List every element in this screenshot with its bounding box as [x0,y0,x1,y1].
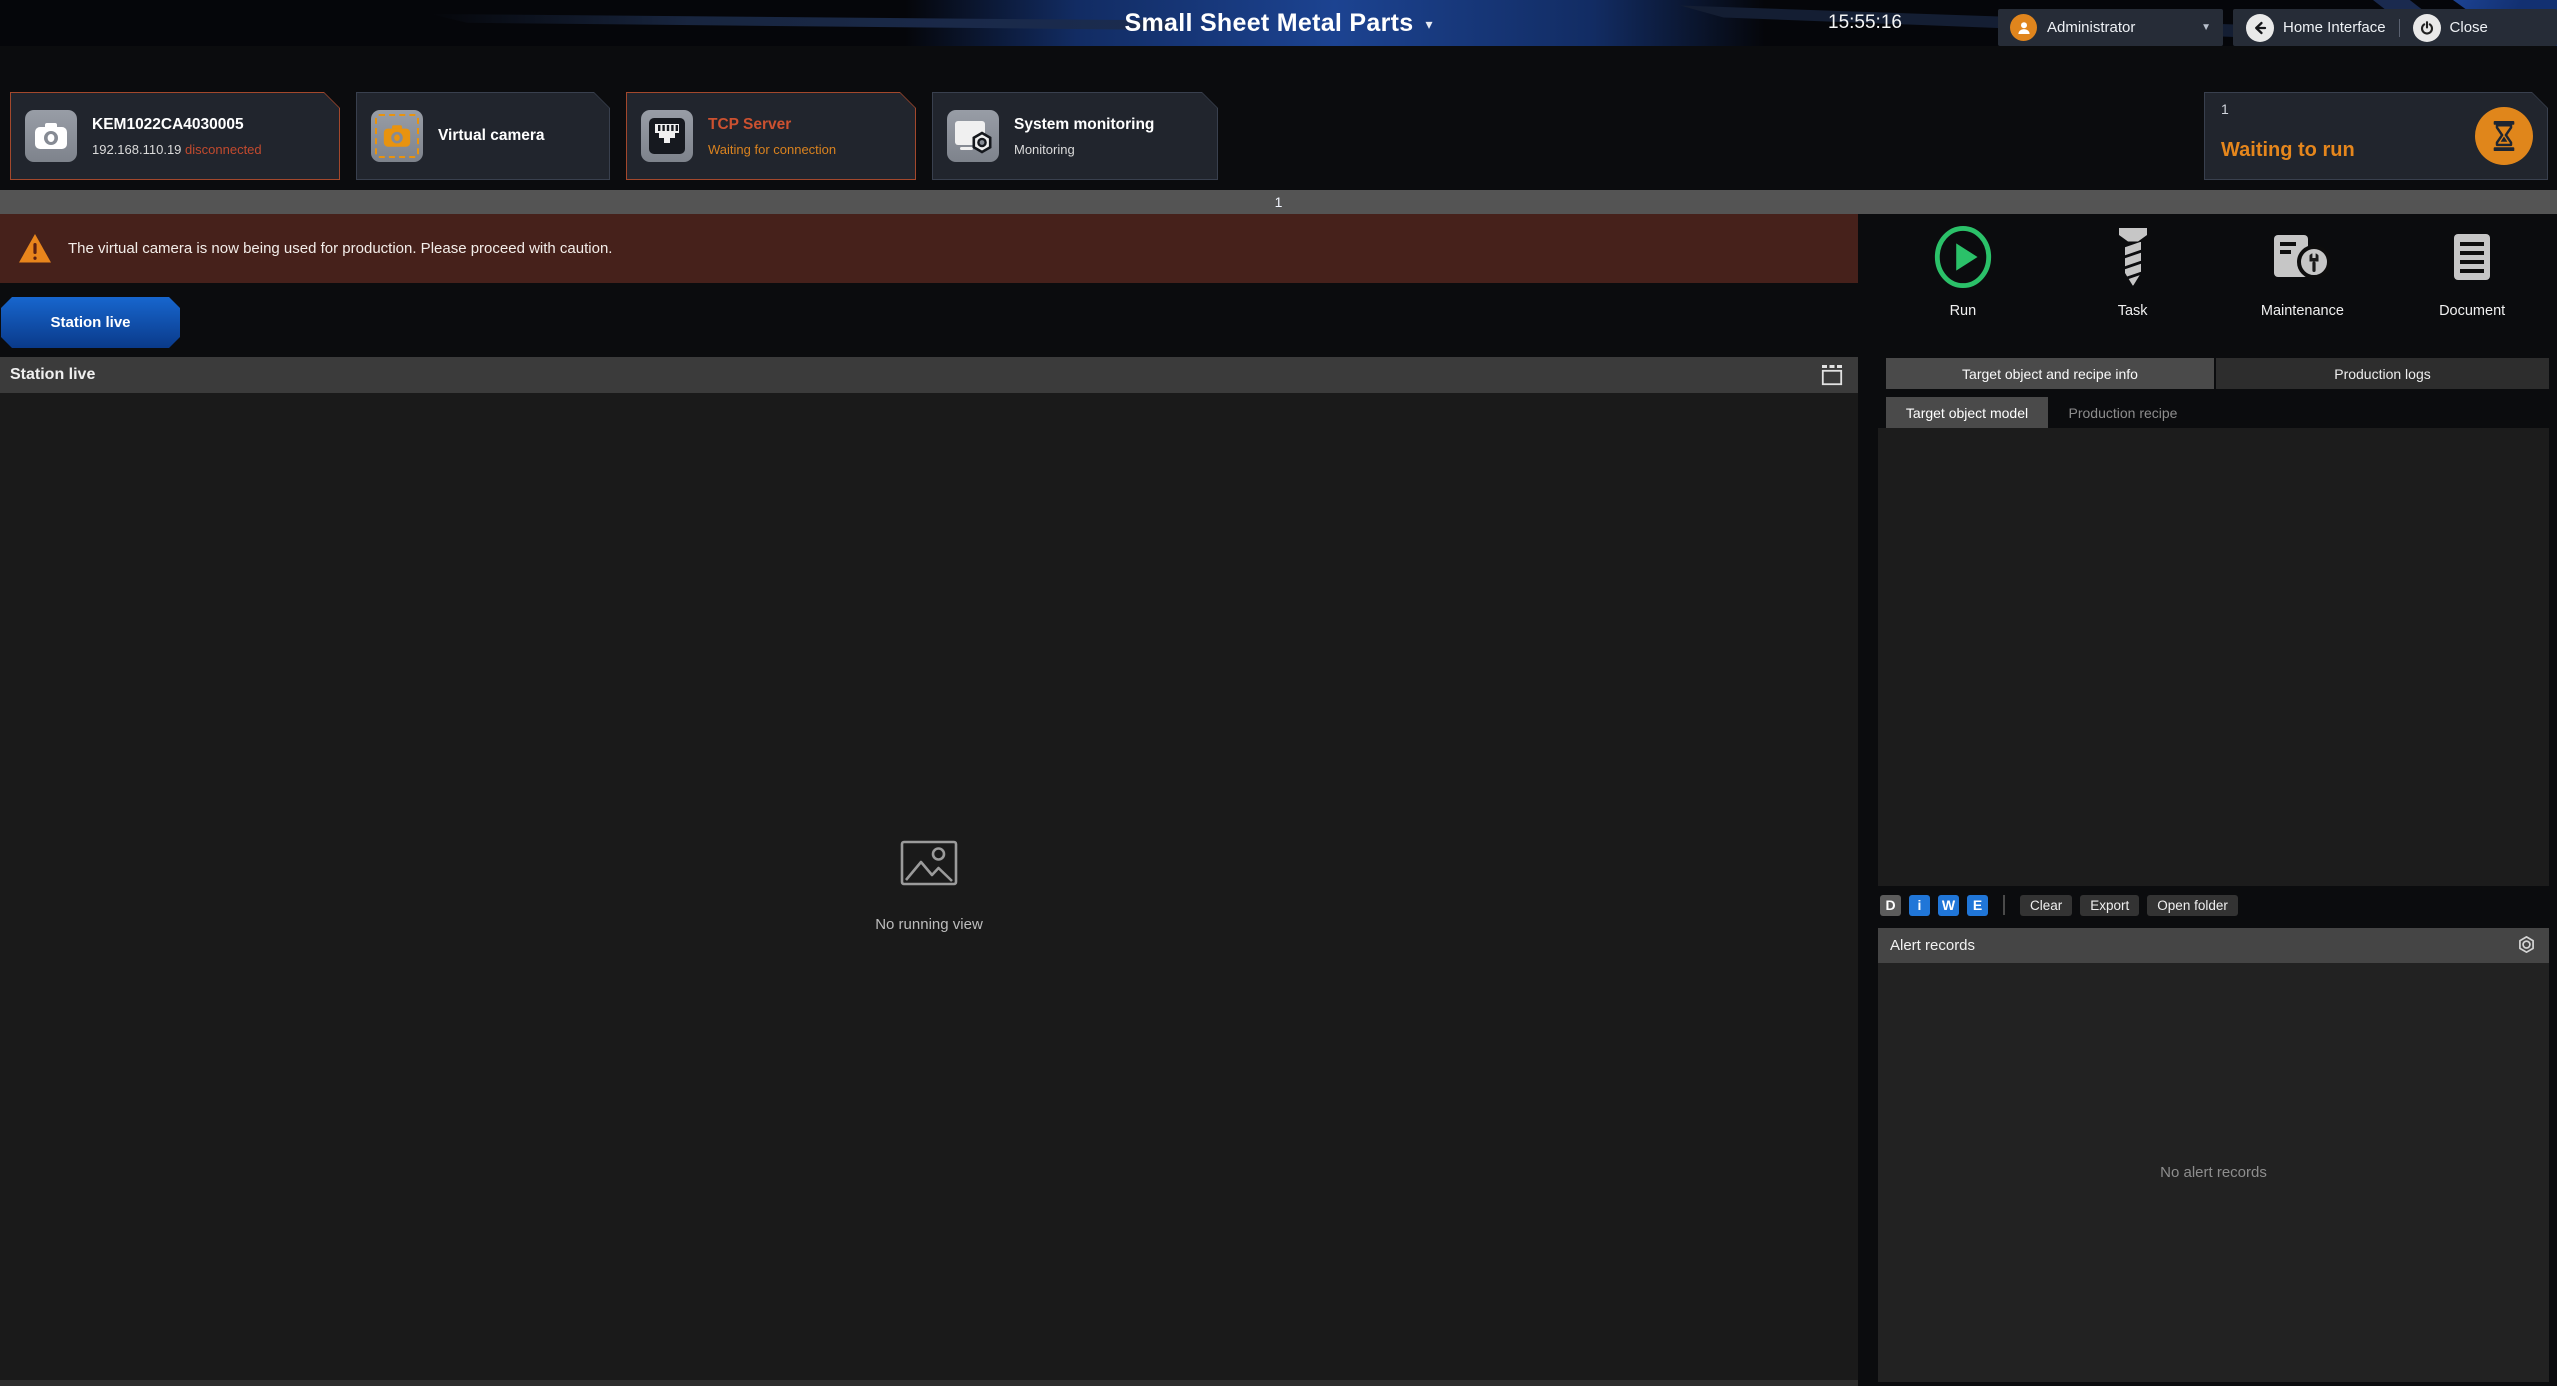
device-info: KEM1022CA4030005 192.168.110.19 disconne… [92,116,262,157]
dashed-selection-decor [375,114,419,158]
subtab-target-object-model[interactable]: Target object model [1886,397,2048,428]
clear-button[interactable]: Clear [2020,895,2072,916]
divider [2399,19,2400,37]
image-placeholder-icon [900,840,958,886]
page-number[interactable]: 1 [1275,194,1283,210]
device-ip: 192.168.110.19 [92,142,181,157]
log-level-info-toggle[interactable]: i [1909,895,1930,916]
task-label: Task [2118,303,2148,319]
subtab-production-recipe[interactable]: Production recipe [2048,397,2198,428]
log-toolbar: D i W E Clear Export Open folder [1880,893,2238,917]
task-button[interactable]: Task [2048,218,2218,340]
camera-tile [25,110,77,162]
back-arrow-icon [2246,14,2274,42]
run-button[interactable]: Run [1878,218,2048,340]
tab-production-logs[interactable]: Production logs [2216,358,2549,389]
layout-grid-icon [1820,365,1844,386]
user-menu[interactable]: Administrator ▼ [1998,9,2223,46]
panel-title: Station live [10,366,95,384]
warning-banner: The virtual camera is now being used for… [0,214,1858,283]
tab-target-object-recipe-info[interactable]: Target object and recipe info [1886,358,2214,389]
screw-icon [2113,224,2153,290]
log-level-warn-toggle[interactable]: W [1938,895,1959,916]
device-card-system-monitoring[interactable]: System monitoring Monitoring [932,92,1218,180]
log-level-error-toggle[interactable]: E [1967,895,1988,916]
gear-icon [2516,935,2537,956]
log-level-debug-toggle[interactable]: D [1880,895,1901,916]
hourglass-badge [2475,107,2533,165]
camera-icon [34,121,68,151]
close-button[interactable]: Close [2413,14,2488,42]
ethernet-icon [648,117,686,155]
alert-records-panel: No alert records [1878,963,2549,1382]
power-icon [2413,14,2441,42]
alert-settings-button[interactable] [2516,935,2537,956]
alert-records-title: Alert records [1890,937,1975,954]
tab-station-live[interactable]: Station live [1,297,180,348]
home-interface-button[interactable]: Home Interface [2246,14,2386,42]
run-label: Run [1950,303,1977,319]
device-info: Virtual camera [438,127,545,145]
action-nav: Run Task [1878,218,2557,340]
device-name: System monitoring [1014,116,1154,134]
user-icon [2016,20,2032,36]
device-card-tcp-server[interactable]: TCP Server Waiting for connection [626,92,916,180]
system-monitoring-tile [947,110,999,162]
close-label: Close [2450,19,2488,36]
maintenance-wrench-icon [2272,224,2332,290]
virtual-camera-icon [383,123,411,149]
device-name: KEM1022CA4030005 [92,116,262,134]
open-folder-button[interactable]: Open folder [2147,895,2238,916]
bottom-strip-decor [0,1380,1858,1386]
maintenance-button[interactable]: Maintenance [2218,218,2388,340]
hourglass-icon [2489,119,2519,153]
top-bar: Small Sheet Metal Parts ▾ 15:55:16 Admin… [0,0,2557,46]
divider [2003,895,2005,915]
export-button[interactable]: Export [2080,895,2139,916]
document-label: Document [2439,303,2505,319]
device-status: Monitoring [1014,142,1154,157]
device-name: TCP Server [708,116,836,134]
device-card-camera[interactable]: KEM1022CA4030005 192.168.110.19 disconne… [10,92,340,180]
play-circle-icon [1931,224,1995,290]
target-object-model-panel [1878,428,2549,886]
virtual-camera-tile [371,110,423,162]
document-icon [2451,224,2493,290]
home-interface-label: Home Interface [2283,19,2386,36]
warning-message: The virtual camera is now being used for… [68,240,612,257]
chevron-down-icon: ▼ [2201,22,2211,33]
station-live-viewport: No running view [0,393,1858,1380]
device-name: Virtual camera [438,127,545,145]
run-status-card[interactable]: 1 Waiting to run [2204,92,2548,180]
clock-time: 15:55:16 [1828,0,1902,46]
app-window: Small Sheet Metal Parts ▾ 15:55:16 Admin… [0,0,2557,1386]
run-status-label: Waiting to run [2221,139,2355,162]
device-info: System monitoring Monitoring [1014,116,1154,157]
document-button[interactable]: Document [2387,218,2557,340]
no-running-view-text: No running view [875,916,983,933]
maintenance-label: Maintenance [2261,303,2344,319]
user-avatar [2010,14,2037,41]
tcp-server-tile [641,110,693,162]
device-status: 192.168.110.19 disconnected [92,142,262,157]
device-pagination-strip: 1 [0,190,2557,214]
chevron-down-icon: ▾ [1425,13,1432,33]
warning-icon [18,233,52,264]
device-status: Waiting for connection [708,142,836,157]
device-status-error: disconnected [185,142,262,157]
session-controls: Home Interface Close [2233,9,2557,46]
run-count: 1 [2221,101,2229,117]
monitor-gear-icon [953,118,993,154]
page-title: Small Sheet Metal Parts [1125,9,1414,38]
device-bar: KEM1022CA4030005 192.168.110.19 disconne… [0,46,2557,190]
user-name: Administrator [2047,19,2135,36]
device-card-virtual-camera[interactable]: Virtual camera [356,92,610,180]
station-live-panel-header: Station live [0,357,1858,393]
device-info: TCP Server Waiting for connection [708,116,836,157]
view-layout-button[interactable] [1820,365,1844,386]
no-alert-records-text: No alert records [2160,1164,2267,1181]
alert-records-header: Alert records [1878,928,2549,963]
